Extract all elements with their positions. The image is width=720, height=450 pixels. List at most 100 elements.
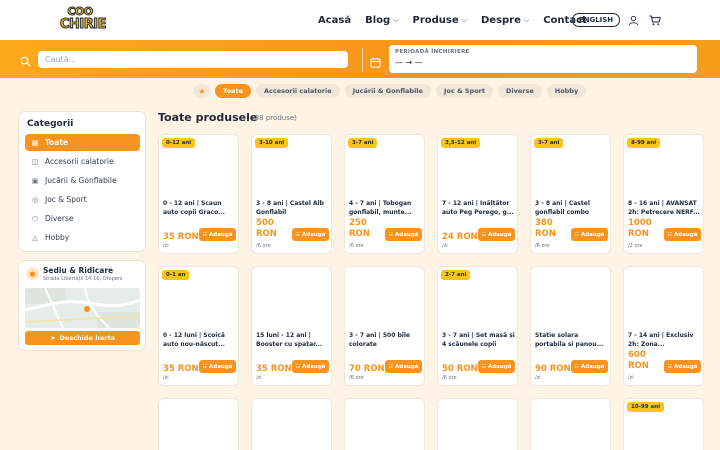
product-card[interactable]: 0-12 ani 0 - 12 ani | Scaun auto copii Gr… [158, 134, 239, 254]
add-to-cart-button[interactable]: ☷ Adaugă [571, 360, 608, 373]
product-card[interactable]: 2-7 ani 3 - 7 ani | Set masă și 4 scăunel… [437, 266, 518, 386]
cart-icon: ☷ [667, 363, 672, 370]
product-card[interactable]: 8-99 ani 8 - 16 ani | AVANSAT 2h: Petrece… [623, 134, 704, 254]
product-card[interactable]: 3,5-12 ani 7 - 12 ani | Înălțător auto Pe… [437, 134, 518, 254]
user-icon[interactable] [626, 13, 640, 27]
grid-icon: ▦ [31, 138, 39, 147]
product-card[interactable] [344, 398, 425, 450]
age-badge: 3-7 ani [534, 138, 564, 148]
add-label: Adaugă [209, 231, 233, 238]
product-name[interactable]: 3 - 7 ani | Set masă și 4 scăunele copii [442, 332, 516, 350]
chevron-down-icon: ⌵ [393, 15, 399, 24]
rental-period-value: — → — [395, 58, 423, 67]
product-price: 50 RON [442, 364, 478, 374]
rental-period-picker[interactable]: PERIOADĂ ÎNCHIRIERE — → — [389, 45, 697, 73]
add-label: Adaugă [488, 363, 512, 370]
product-card[interactable] [158, 398, 239, 450]
product-card[interactable] [251, 398, 332, 450]
location-address: Strada Libertății 14-16, Otopeni [43, 276, 123, 282]
sidebar-item-jucarii[interactable]: ▣ Jucării & Gonflabile [25, 172, 140, 189]
chip-toate[interactable]: Toate [215, 84, 251, 98]
sidebar-item-toate[interactable]: ▦ Toate [25, 134, 140, 151]
add-to-cart-button[interactable]: ☷ Adaugă [571, 228, 608, 241]
nav-item-products[interactable]: Produse ⌵ [413, 15, 467, 26]
product-unit: /zi [535, 375, 541, 381]
sidebar-item-joc-sport[interactable]: ◎ Joc & Sport [25, 191, 140, 208]
product-name[interactable]: 15 luni - 12 ani | Booster cu spatar... [256, 332, 330, 350]
product-name[interactable]: Statie solara portabila si panou... [535, 332, 609, 350]
chip-joc-sport[interactable]: Joc & Sport [435, 84, 493, 98]
chip-hobby[interactable]: Hobby [546, 84, 587, 98]
product-name[interactable]: 7 - 12 ani | Înălțător auto Peg Perego, … [442, 200, 516, 218]
product-card[interactable]: 0-1 an 0 - 12 luni | Scoică auto nou-născ… [158, 266, 239, 386]
product-card[interactable]: 3-7 ani 3 - 8 ani | Castel gonflabil comb… [530, 134, 611, 254]
add-to-cart-button[interactable]: ☷ Adaugă [385, 360, 422, 373]
product-unit: /6 ore [256, 243, 271, 249]
car-icon: ◫ [31, 157, 39, 166]
language-button[interactable]: ENGLISH [572, 13, 620, 27]
product-card[interactable]: 3 - 7 ani | 500 bile colorate 70 RON/6 or… [344, 266, 425, 386]
product-name[interactable]: 4 - 7 ani | Tobogan gonflabil, munte... [349, 200, 423, 218]
product-card[interactable] [437, 398, 518, 450]
add-to-cart-button[interactable]: ☷ Adaugă [199, 228, 236, 241]
add-to-cart-button[interactable]: ☷ Adaugă [292, 228, 329, 241]
add-to-cart-button[interactable]: ☷ Adaugă [478, 360, 515, 373]
age-badge: 8-99 ani [627, 138, 661, 148]
add-label: Adaugă [302, 231, 326, 238]
logo[interactable]: COO CHIRIE [60, 5, 108, 34]
location-map[interactable] [25, 288, 140, 328]
product-name[interactable]: 0 - 12 luni | Scoică auto nou-născut... [163, 332, 237, 350]
chevron-down-icon: ⌵ [461, 15, 467, 24]
chip-home[interactable]: ★ [194, 84, 210, 98]
nav-item-blog[interactable]: Blog ⌵ [365, 15, 398, 26]
product-name[interactable]: 3 - 8 ani | Castel Alb Gonflabil [256, 200, 330, 218]
product-unit: /zi [163, 375, 169, 381]
sidebar-item-hobby[interactable]: △ Hobby [25, 229, 140, 246]
cart-icon: ☷ [202, 363, 207, 370]
cart-icon: ☷ [295, 231, 300, 238]
add-label: Adaugă [395, 363, 419, 370]
sidebar-item-diverse[interactable]: ⬡ Diverse [25, 210, 140, 227]
product-name[interactable]: 7 - 14 ani | Exclusiv 2h: Zona... [628, 332, 702, 350]
product-name[interactable]: 8 - 16 ani | AVANSAT 2h: Petrecere NERF.… [628, 200, 702, 218]
product-card[interactable]: 15 luni - 12 ani | Booster cu spatar... 3… [251, 266, 332, 386]
age-badge: 0-12 ani [162, 138, 196, 148]
nav-label: Acasă [318, 14, 352, 26]
product-card[interactable]: 7 - 14 ani | Exclusiv 2h: Zona... 600 RON… [623, 266, 704, 386]
product-unit: /zi [256, 375, 262, 381]
cart-icon: ☷ [295, 363, 300, 370]
add-to-cart-button[interactable]: ☷ Adaugă [292, 360, 329, 373]
add-to-cart-button[interactable]: ☷ Adaugă [478, 228, 515, 241]
add-to-cart-button[interactable]: ☷ Adaugă [199, 360, 236, 373]
flask-icon: △ [32, 233, 38, 242]
product-price: 500 RON [256, 218, 277, 239]
add-to-cart-button[interactable]: ☷ Adaugă [664, 228, 701, 241]
product-card[interactable]: 3-10 ani 3 - 8 ani | Castel Alb Gonflabil… [251, 134, 332, 254]
product-name[interactable]: 0 - 12 ani | Scaun auto copii Graco... [163, 200, 237, 218]
product-name[interactable]: 3 - 7 ani | 500 bile colorate [349, 332, 423, 350]
open-map-button[interactable]: ➤ Deschide harta [25, 331, 140, 345]
chip-accesorii[interactable]: Accesorii calatorie [255, 84, 340, 98]
search-input[interactable]: Caută... [38, 51, 348, 68]
product-card[interactable] [530, 398, 611, 450]
location-card: ● Sediu & Ridicare Strada Libertății 14-… [18, 260, 146, 351]
send-icon: ➤ [50, 334, 56, 342]
site-header: COO CHIRIE Acasă Blog ⌵ Produse ⌵ Despre ⌵ … [0, 0, 720, 40]
age-badge: 3-7 ani [348, 138, 378, 148]
product-card[interactable]: 10-99 ani [623, 398, 704, 450]
product-card[interactable]: 3-7 ani 4 - 7 ani | Tobogan gonflabil, mu… [344, 134, 425, 254]
product-name[interactable]: 3 - 8 ani | Castel gonflabil combo [535, 200, 609, 218]
product-card[interactable]: Statie solara portabila si panou... 90 RO… [530, 266, 611, 386]
chip-jucarii[interactable]: Jucării & Gonflabile [344, 84, 431, 98]
chip-diverse[interactable]: Diverse [497, 84, 542, 98]
sidebar-item-label: Accesorii calatorie [45, 157, 114, 166]
products-title: Toate produsele [158, 111, 258, 124]
cart-icon[interactable] [648, 13, 662, 27]
sidebar-item-label: Toate [45, 138, 69, 147]
product-unit: /zi [628, 375, 634, 381]
sidebar-item-accesorii[interactable]: ◫ Accesorii calatorie [25, 153, 140, 170]
nav-item-about[interactable]: Despre ⌵ [481, 15, 529, 26]
add-to-cart-button[interactable]: ☷ Adaugă [664, 360, 701, 373]
nav-item-home[interactable]: Acasă [318, 15, 351, 26]
add-to-cart-button[interactable]: ☷ Adaugă [385, 228, 422, 241]
